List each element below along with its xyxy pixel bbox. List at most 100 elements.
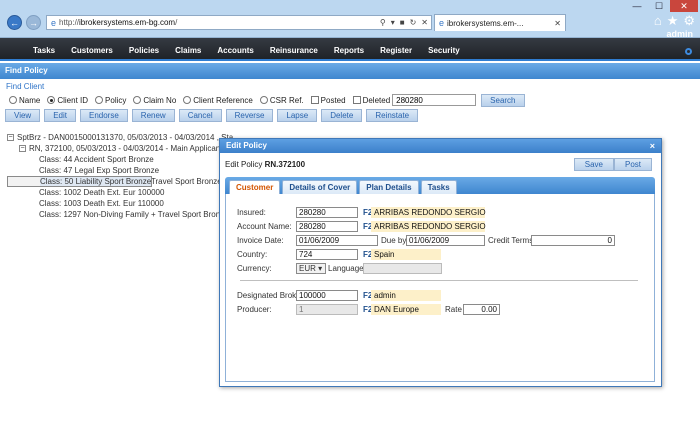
filter-client-id[interactable]: Client ID (47, 96, 88, 105)
menu-tasks[interactable]: Tasks (28, 45, 63, 57)
producer-name: DAN Europe (371, 304, 441, 315)
filter-claim-no[interactable]: Claim No (133, 96, 176, 105)
credit-terms-input[interactable]: 0 (531, 235, 615, 246)
filter-deleted[interactable]: Deleted (352, 96, 390, 105)
filter-policy[interactable]: Policy (95, 96, 126, 105)
stop-icon[interactable]: ✕ (421, 18, 428, 27)
dialog-close-icon[interactable]: × (650, 139, 655, 153)
filter-client-reference[interactable]: Client Reference (183, 96, 253, 105)
radio-client-reference[interactable] (183, 96, 192, 104)
favorites-star-icon[interactable]: ★ (667, 13, 679, 29)
app-settings-icon[interactable] (685, 48, 692, 55)
tree-item[interactable]: Class: 1003 Death Ext. Eur 110000 (7, 198, 242, 209)
subtitle-label: Edit Policy (225, 160, 263, 169)
menu-register[interactable]: Register (372, 45, 420, 57)
forward-button[interactable]: → (26, 15, 41, 30)
dialog-subtitle: Edit Policy RN.372100 (225, 160, 305, 169)
home-icon[interactable]: ⌂ (654, 13, 662, 29)
cancel-button[interactable]: Cancel (178, 109, 222, 122)
tree-root[interactable]: − SptBrz - DAN0015000131370, 05/03/2013 -… (7, 132, 242, 143)
filter-name[interactable]: Name (9, 96, 40, 105)
tree-item-label: Class: 47 Legal Exp Sport Bronze (39, 166, 160, 175)
filter-csr-ref[interactable]: CSR Ref. (259, 95, 304, 105)
address-bar[interactable]: e http://ibrokersystems.em-bg.com/ ⚲ ▾ ■… (46, 15, 432, 30)
dialog-titlebar: Edit Policy × (220, 139, 661, 153)
radio-policy[interactable] (95, 96, 104, 104)
invoice-date-input[interactable]: 01/06/2009 (296, 235, 378, 246)
browser-tab[interactable]: e ibrokersystems.em-... ✕ (434, 14, 566, 31)
menu-security[interactable]: Security (420, 45, 468, 57)
account-name: ARRIBAS REDONDO SERGIO (371, 221, 486, 232)
renew-button[interactable]: Renew (131, 109, 175, 122)
broker-id-input[interactable]: 100000 (296, 290, 358, 301)
tab-close-icon[interactable]: ✕ (554, 19, 561, 28)
radio-csr-ref[interactable] (259, 96, 268, 104)
tab-tasks[interactable]: Tasks (420, 180, 457, 194)
filter-csr-ref-label: CSR Ref. (269, 95, 304, 105)
post-button[interactable]: Post (613, 158, 652, 171)
menu-reinsurance[interactable]: Reinsurance (262, 45, 326, 57)
endorse-button[interactable]: Endorse (80, 109, 128, 122)
checkbox-posted[interactable] (310, 96, 319, 104)
radio-name[interactable] (9, 96, 17, 104)
filter-posted-label: Posted (320, 95, 346, 105)
back-button[interactable]: ← (7, 15, 22, 30)
language-input[interactable] (363, 263, 442, 274)
producer-id-input[interactable]: 1 (296, 304, 358, 315)
tree-item[interactable]: Class: 47 Legal Exp Sport Bronze (7, 165, 242, 176)
minimize-icon[interactable]: — (626, 0, 648, 12)
tab-details-of-cover[interactable]: Details of Cover (282, 180, 358, 194)
menu-reports[interactable]: Reports (326, 45, 372, 57)
menu-claims[interactable]: Claims (167, 45, 209, 57)
filter-client-id-label: Client ID (57, 95, 89, 105)
maximize-icon[interactable]: ☐ (648, 0, 670, 12)
filter-posted[interactable]: Posted (310, 95, 346, 105)
menu-policies[interactable]: Policies (121, 45, 167, 57)
due-date-input[interactable]: 01/06/2009 (406, 235, 485, 246)
collapse-icon[interactable]: − (7, 134, 14, 141)
current-user[interactable]: admin (666, 29, 693, 39)
language-label: Language (328, 264, 364, 273)
tab-plan-details[interactable]: Plan Details (359, 180, 419, 194)
insured-id-input[interactable]: 280280 (296, 207, 358, 218)
tree-item-selected[interactable]: Class: 50 Liability Sport Bronze (7, 176, 153, 187)
tree-item[interactable]: Class: 44 Accident Sport Bronze (7, 154, 242, 165)
lapse-button[interactable]: Lapse (277, 109, 318, 122)
menu-accounts[interactable]: Accounts (209, 45, 261, 57)
lock-icon[interactable]: ■ (400, 18, 405, 27)
tab-customer[interactable]: Customer (229, 180, 281, 194)
tree-item[interactable]: Class: 1297 Non-Diving Family + Travel S… (7, 209, 242, 220)
currency-select[interactable]: EUR ▾ (296, 263, 326, 274)
view-button[interactable]: View (5, 109, 41, 122)
country-code-input[interactable]: 724 (296, 249, 358, 260)
search-input[interactable] (392, 94, 477, 106)
account-id-input[interactable]: 280280 (296, 221, 358, 232)
settings-gear-icon[interactable]: ⚙ (683, 13, 695, 29)
tree-item-label: Class: 44 Accident Sport Bronze (39, 155, 154, 164)
search-button[interactable]: Search (481, 93, 525, 107)
refresh-icon[interactable]: ↻ (410, 18, 417, 27)
browser-chrome: — ☐ ✕ ← → e http://ibrokersystems.em-bg.… (0, 0, 700, 38)
menu-customers[interactable]: Customers (63, 45, 121, 57)
radio-claim-no[interactable] (133, 96, 142, 104)
collapse-icon[interactable]: − (19, 145, 26, 152)
reinstate-button[interactable]: Reinstate (366, 109, 419, 122)
broker-name: admin (371, 290, 441, 301)
new-tab-button[interactable] (570, 14, 584, 29)
window-close-icon[interactable]: ✕ (670, 0, 698, 12)
search-icon[interactable]: ⚲ (380, 18, 386, 27)
checkbox-deleted[interactable] (352, 96, 361, 104)
edit-button[interactable]: Edit (44, 109, 76, 122)
radio-client-id[interactable] (47, 96, 56, 104)
tree-child[interactable]: − RN, 372100, 05/03/2013 - 04/03/2014 - M… (7, 143, 242, 154)
dropdown-icon[interactable]: ▾ (391, 18, 395, 27)
tree-item[interactable]: Class: 1002 Death Ext. Eur 100000 (7, 187, 242, 198)
rate-input[interactable]: 0.00 (463, 304, 500, 315)
rate-label: Rate (445, 305, 462, 314)
delete-button[interactable]: Delete (321, 109, 363, 122)
address-url[interactable]: http://ibrokersystems.em-bg.com/ (59, 18, 177, 27)
reverse-button[interactable]: Reverse (225, 109, 274, 122)
find-client-link[interactable]: Find Client (6, 82, 44, 91)
policy-number: RN.372100 (264, 160, 306, 169)
save-button[interactable]: Save (573, 158, 614, 171)
